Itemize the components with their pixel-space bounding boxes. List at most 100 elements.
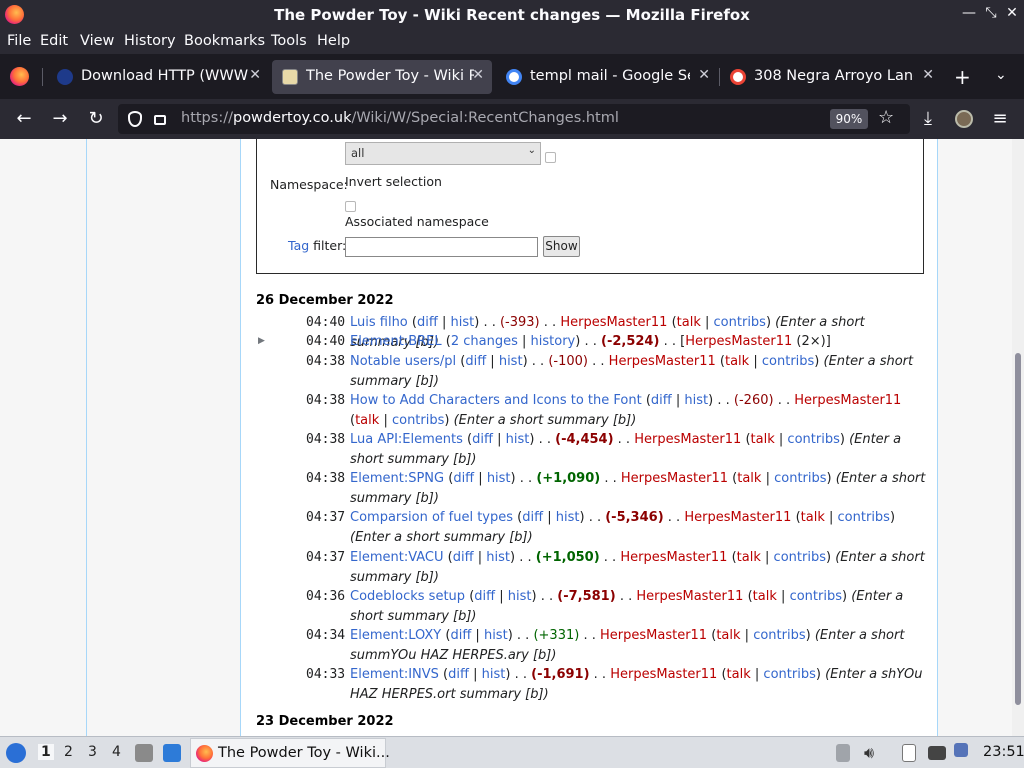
hamburger-menu-icon[interactable]: ≡: [988, 107, 1012, 131]
lock-icon[interactable]: [154, 115, 166, 125]
page-title-link[interactable]: Element:LOXY: [350, 628, 441, 643]
diff-link[interactable]: diff: [474, 589, 495, 604]
minimize-icon[interactable]: —: [960, 5, 978, 21]
clipboard-icon[interactable]: [902, 744, 916, 762]
tag-filter-input[interactable]: [345, 237, 538, 257]
talk-link[interactable]: talk: [716, 628, 740, 643]
changes-link[interactable]: 2 changes: [451, 334, 518, 349]
tab-download-http[interactable]: Download HTTP (WWW) ✕: [47, 60, 269, 94]
start-menu-icon[interactable]: [6, 743, 26, 763]
trash-icon[interactable]: [836, 744, 850, 762]
back-icon[interactable]: ←: [12, 107, 36, 131]
desktop-icon[interactable]: [163, 744, 181, 762]
list-tabs-icon[interactable]: ⌄: [995, 67, 1007, 83]
hist-link[interactable]: hist: [484, 628, 508, 643]
menu-help[interactable]: Help: [317, 33, 350, 49]
diff-link[interactable]: diff: [448, 667, 469, 682]
hist-link[interactable]: hist: [450, 315, 474, 330]
scrollbar-thumb[interactable]: [1015, 353, 1021, 705]
user-link[interactable]: HerpesMaster11: [621, 471, 728, 486]
talk-link[interactable]: talk: [737, 471, 761, 486]
taskbar-firefox-window[interactable]: The Powder Toy - Wiki...: [190, 738, 390, 768]
diff-link[interactable]: diff: [453, 550, 474, 565]
talk-link[interactable]: talk: [737, 550, 761, 565]
contribs-link[interactable]: contribs: [392, 413, 444, 428]
page-title-link[interactable]: Element:SPNG: [350, 471, 444, 486]
bookmark-star-icon[interactable]: ☆: [878, 107, 894, 128]
menu-history[interactable]: History: [124, 33, 176, 49]
forward-icon[interactable]: →: [48, 107, 72, 131]
diff-link[interactable]: diff: [651, 393, 672, 408]
menu-view[interactable]: View: [80, 33, 114, 49]
hist-link[interactable]: hist: [684, 393, 708, 408]
menu-tools[interactable]: Tools: [271, 33, 307, 49]
volume-icon[interactable]: 🔊︎: [864, 743, 874, 763]
new-tab-icon[interactable]: +: [954, 65, 971, 89]
history-link[interactable]: history: [531, 334, 576, 349]
tracking-shield-icon[interactable]: [128, 111, 142, 127]
page-title-link[interactable]: How to Add Characters and Icons to the F…: [350, 393, 642, 408]
diff-link[interactable]: diff: [450, 628, 471, 643]
hist-link[interactable]: hist: [482, 667, 506, 682]
menu-bookmarks[interactable]: Bookmarks: [184, 33, 265, 49]
contribs-link[interactable]: contribs: [753, 628, 805, 643]
page-title-link[interactable]: Lua API:Elements: [350, 432, 463, 447]
downloads-icon[interactable]: ⤓: [916, 107, 940, 131]
network-icon[interactable]: [928, 746, 946, 760]
hist-link[interactable]: hist: [499, 354, 523, 369]
user-link[interactable]: HerpesMaster11: [634, 432, 741, 447]
contribs-link[interactable]: contribs: [790, 589, 842, 604]
workspace-2[interactable]: 2: [64, 744, 73, 760]
expand-arrow-icon[interactable]: ▶: [258, 336, 265, 346]
user-link[interactable]: HerpesMaster11: [794, 393, 901, 408]
namespace-select[interactable]: all ⌄: [345, 142, 541, 165]
tab-powder-toy-wiki[interactable]: The Powder Toy - Wiki Re ✕: [272, 60, 492, 94]
menu-file[interactable]: File: [7, 33, 31, 49]
zoom-indicator[interactable]: 90%: [830, 109, 868, 129]
page-title-link[interactable]: Element:VACU: [350, 550, 444, 565]
contribs-link[interactable]: contribs: [762, 354, 814, 369]
page-title-link[interactable]: Notable users/pl: [350, 354, 456, 369]
hist-link[interactable]: hist: [506, 432, 530, 447]
hist-link[interactable]: hist: [486, 550, 510, 565]
associated-checkbox[interactable]: [345, 201, 356, 212]
talk-link[interactable]: talk: [801, 510, 825, 525]
workspace-4[interactable]: 4: [112, 744, 121, 760]
diff-link[interactable]: diff: [522, 510, 543, 525]
workspace-1[interactable]: 1: [38, 744, 54, 760]
diff-link[interactable]: diff: [453, 471, 474, 486]
firefox-view-icon[interactable]: [10, 67, 29, 86]
invert-checkbox[interactable]: [545, 152, 556, 163]
page-scrollbar[interactable]: [1012, 139, 1024, 736]
talk-link[interactable]: talk: [677, 315, 701, 330]
talk-link[interactable]: talk: [355, 413, 379, 428]
user-link[interactable]: HerpesMaster11: [636, 589, 743, 604]
diff-link[interactable]: diff: [417, 315, 438, 330]
tab-close-icon[interactable]: ✕: [922, 67, 934, 83]
page-title-link[interactable]: Element:BREL: [350, 334, 442, 349]
file-manager-icon[interactable]: [135, 744, 153, 762]
contribs-link[interactable]: contribs: [774, 550, 826, 565]
contribs-link[interactable]: contribs: [763, 667, 815, 682]
notification-icon[interactable]: [954, 743, 968, 757]
page-title-link[interactable]: Codeblocks setup: [350, 589, 465, 604]
menu-edit[interactable]: Edit: [40, 33, 68, 49]
hist-link[interactable]: hist: [556, 510, 580, 525]
user-link[interactable]: HerpesMaster11: [600, 628, 707, 643]
tab-close-icon[interactable]: ✕: [249, 67, 261, 83]
page-title-link[interactable]: Element:INVS: [350, 667, 439, 682]
user-link[interactable]: HerpesMaster11: [560, 315, 667, 330]
hist-link[interactable]: hist: [487, 471, 511, 486]
contribs-link[interactable]: contribs: [787, 432, 839, 447]
diff-link[interactable]: diff: [465, 354, 486, 369]
page-title-link[interactable]: Luis filho: [350, 315, 408, 330]
reload-icon[interactable]: ↻: [84, 107, 108, 131]
page-title-link[interactable]: Comparsion of fuel types: [350, 510, 513, 525]
diff-link[interactable]: diff: [472, 432, 493, 447]
workspace-3[interactable]: 3: [88, 744, 97, 760]
user-link[interactable]: HerpesMaster11: [620, 550, 727, 565]
restore-icon[interactable]: ⤡: [982, 5, 1000, 21]
user-link[interactable]: HerpesMaster11: [685, 334, 792, 349]
tab-close-icon[interactable]: ✕: [698, 67, 710, 83]
url-text[interactable]: https://powdertoy.co.uk/Wiki/W/Special:R…: [181, 110, 619, 126]
